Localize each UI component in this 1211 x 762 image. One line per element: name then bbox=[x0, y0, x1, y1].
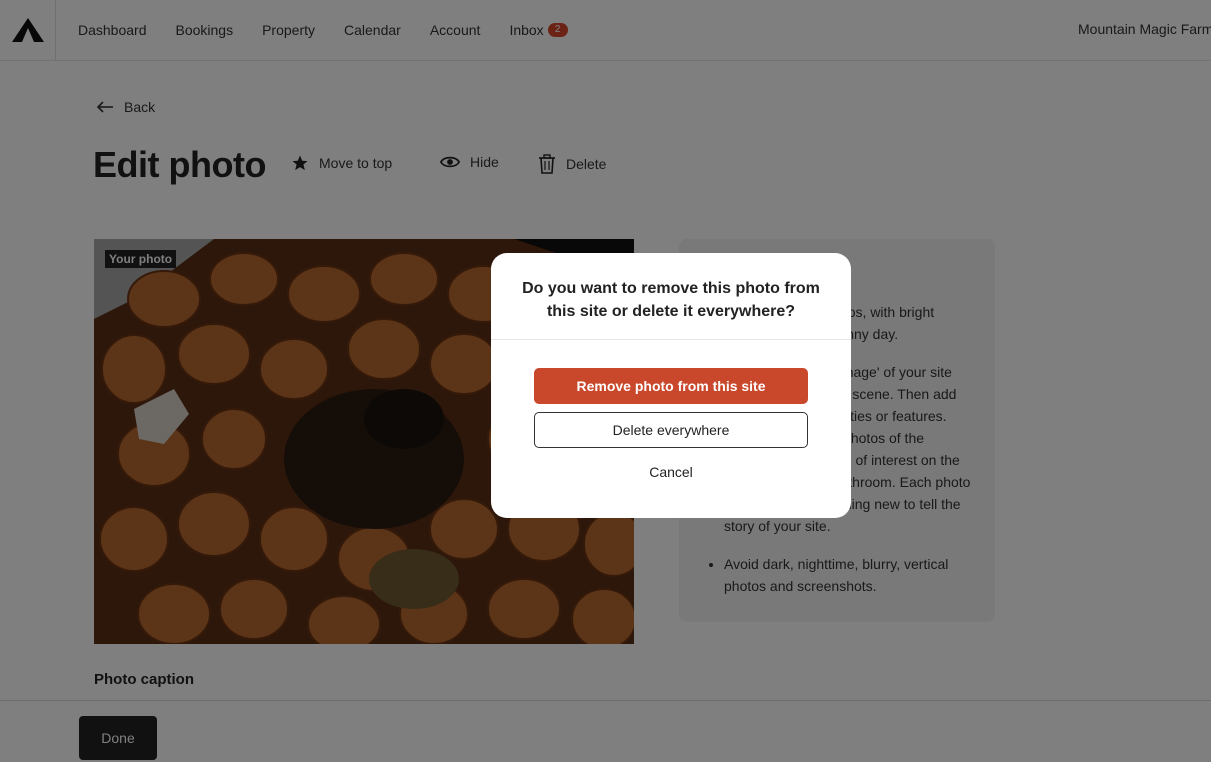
remove-photo-dialog: Do you want to remove this photo from th… bbox=[491, 253, 851, 518]
remove-from-site-button[interactable]: Remove photo from this site bbox=[534, 368, 808, 404]
delete-everywhere-button[interactable]: Delete everywhere bbox=[534, 412, 808, 448]
dialog-question: Do you want to remove this photo from th… bbox=[491, 253, 851, 340]
cancel-button[interactable]: Cancel bbox=[621, 461, 721, 483]
